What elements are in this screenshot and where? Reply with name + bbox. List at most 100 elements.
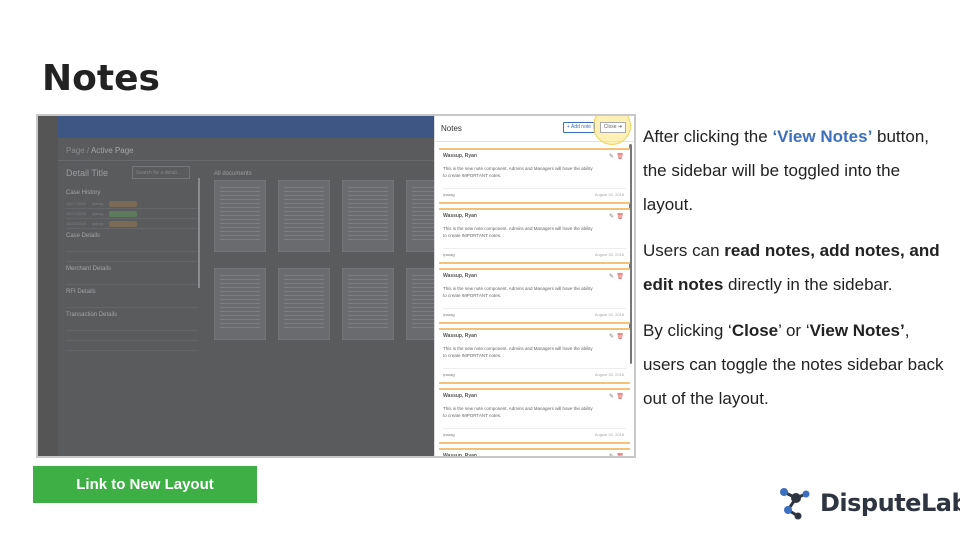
document-grid bbox=[214, 180, 458, 340]
document-thumbnail[interactable] bbox=[278, 180, 330, 252]
description-text: After clicking the ‘View Notes’ button, … bbox=[643, 120, 948, 428]
note-date: August 30, 2018 bbox=[594, 432, 624, 437]
divider bbox=[443, 428, 626, 429]
table-row: 11/27/2018 rparag bbox=[66, 209, 198, 219]
notes-sidebar-title: Notes bbox=[441, 124, 462, 133]
app-main: Page / Active Page Detail Title Search f… bbox=[58, 138, 458, 456]
note-user: rparag bbox=[443, 192, 455, 197]
note-card: Wassup, Ryan ✎ 🗑 This is the new note compo… bbox=[439, 268, 630, 324]
note-body: This is the new note component. Admins a… bbox=[443, 346, 593, 358]
divider bbox=[443, 188, 626, 189]
table-row bbox=[66, 321, 198, 331]
document-thumbnail[interactable] bbox=[278, 268, 330, 340]
note-user: rparag bbox=[443, 312, 455, 317]
table-row bbox=[66, 341, 198, 351]
document-thumbnail[interactable] bbox=[342, 268, 394, 340]
logo-text: DisputeLab bbox=[820, 489, 960, 517]
detail-title: Detail Title bbox=[66, 168, 109, 178]
note-author: Wassup, Ryan bbox=[443, 453, 477, 456]
status-badge bbox=[109, 210, 138, 217]
note-body: This is the new note component. Admins a… bbox=[443, 226, 593, 238]
divider bbox=[443, 368, 626, 369]
disputelab-logo: DisputeLab bbox=[776, 484, 960, 522]
note-author: Wassup, Ryan bbox=[443, 213, 477, 219]
divider bbox=[443, 248, 626, 249]
note-date: August 30, 2018 bbox=[594, 312, 624, 317]
section-rfi-details[interactable]: RFI Details bbox=[66, 289, 198, 295]
table-row bbox=[66, 331, 198, 341]
note-date: August 30, 2018 bbox=[594, 192, 624, 197]
divider bbox=[58, 160, 434, 161]
document-thumbnail[interactable] bbox=[214, 180, 266, 252]
section-case-details[interactable]: Case Details bbox=[66, 233, 198, 239]
delete-icon[interactable]: 🗑 bbox=[616, 394, 624, 400]
note-user: rparag bbox=[443, 432, 455, 437]
delete-icon[interactable]: 🗑 bbox=[616, 274, 624, 280]
app-topbar bbox=[58, 116, 434, 138]
edit-icon[interactable]: ✎ bbox=[609, 334, 614, 340]
note-author: Wassup, Ryan bbox=[443, 333, 477, 339]
note-date: August 30, 2018 bbox=[594, 372, 624, 377]
breadcrumb-sep: / bbox=[86, 146, 90, 155]
status-badge bbox=[109, 200, 138, 207]
table-row: 11/27/2018 rparag bbox=[66, 219, 198, 229]
note-card: Wassup, Ryan ✎🗑 bbox=[439, 448, 630, 456]
note-body: This is the new note component. Admins a… bbox=[443, 406, 593, 418]
breadcrumb: Page / Active Page bbox=[66, 146, 134, 155]
link-to-new-layout-button[interactable]: Link to New Layout bbox=[33, 466, 257, 503]
notes-list: Wassup, Ryan ✎ 🗑 This is the new note compo… bbox=[439, 148, 630, 456]
section-case-history[interactable]: Case History bbox=[66, 190, 198, 196]
note-author: Wassup, Ryan bbox=[443, 153, 477, 159]
notes-sidebar-header: Notes + Add note Close ➔ bbox=[435, 116, 634, 145]
note-card: Wassup, Ryan ✎ 🗑 This is the new note compo… bbox=[439, 148, 630, 204]
section-transaction-details[interactable]: Transaction Details bbox=[66, 312, 198, 318]
slide-title: Notes bbox=[42, 58, 160, 99]
note-card: Wassup, Ryan ✎ 🗑 This is the new note compo… bbox=[439, 388, 630, 444]
note-date: August 30, 2018 bbox=[594, 252, 624, 257]
edit-icon[interactable]: ✎ bbox=[609, 274, 614, 280]
table-row: 11/27/2018 rparag bbox=[66, 199, 198, 209]
logo-molecule-icon bbox=[780, 488, 810, 520]
note-body: This is the new note component. Admins a… bbox=[443, 166, 593, 178]
delete-icon[interactable]: 🗑 bbox=[616, 214, 624, 220]
notes-sidebar: Notes + Add note Close ➔ Wassup, Ryan ✎ 🗑 T… bbox=[434, 116, 634, 456]
edit-icon[interactable]: ✎ bbox=[609, 154, 614, 160]
status-badge bbox=[109, 220, 138, 227]
screenshot-frame: Page / Active Page Detail Title Search f… bbox=[36, 114, 636, 458]
note-user: rparag bbox=[443, 252, 455, 257]
breadcrumb-root[interactable]: Page bbox=[66, 146, 85, 155]
note-card: Wassup, Ryan ✎ 🗑 This is the new note compo… bbox=[439, 208, 630, 264]
table-row bbox=[66, 275, 198, 285]
column-scrollbar[interactable] bbox=[198, 178, 200, 288]
detail-search-input[interactable]: Search for a detail... bbox=[132, 166, 190, 179]
close-button[interactable]: Close ➔ bbox=[600, 122, 626, 133]
edit-icon[interactable]: ✎ bbox=[609, 214, 614, 220]
table-row bbox=[66, 298, 198, 308]
arrow-right-icon: ➔ bbox=[617, 124, 623, 130]
paragraph-view-notes: After clicking the ‘View Notes’ button, … bbox=[643, 127, 930, 214]
note-author: Wassup, Ryan bbox=[443, 273, 477, 279]
delete-icon[interactable]: 🗑 bbox=[616, 454, 624, 456]
documents-label: All documents bbox=[214, 171, 252, 177]
delete-icon[interactable]: 🗑 bbox=[616, 154, 624, 160]
note-user: rparag bbox=[443, 372, 455, 377]
note-body: This is the new note component. Admins a… bbox=[443, 286, 593, 298]
edit-icon[interactable]: ✎ bbox=[609, 454, 614, 456]
section-merchant-details[interactable]: Merchant Details bbox=[66, 266, 198, 272]
edit-icon[interactable]: ✎ bbox=[609, 394, 614, 400]
paragraph-actions: Users can read notes, add notes, and edi… bbox=[643, 241, 940, 294]
table-row bbox=[66, 252, 198, 262]
note-card: Wassup, Ryan ✎ 🗑 This is the new note compo… bbox=[439, 328, 630, 384]
detail-column: Case History 11/27/2018 rparag 11/27/2018… bbox=[66, 186, 198, 351]
divider bbox=[443, 308, 626, 309]
close-button-label: Close bbox=[603, 124, 617, 130]
breadcrumb-current: Active Page bbox=[90, 146, 134, 155]
app-left-gutter bbox=[38, 116, 58, 456]
paragraph-close: By clicking ‘Close’ or ‘View Notes’, use… bbox=[643, 321, 944, 408]
document-thumbnail[interactable] bbox=[342, 180, 394, 252]
document-thumbnail[interactable] bbox=[214, 268, 266, 340]
note-author: Wassup, Ryan bbox=[443, 393, 477, 399]
add-note-button[interactable]: + Add note bbox=[563, 122, 595, 133]
delete-icon[interactable]: 🗑 bbox=[616, 334, 624, 340]
table-row bbox=[66, 242, 198, 252]
